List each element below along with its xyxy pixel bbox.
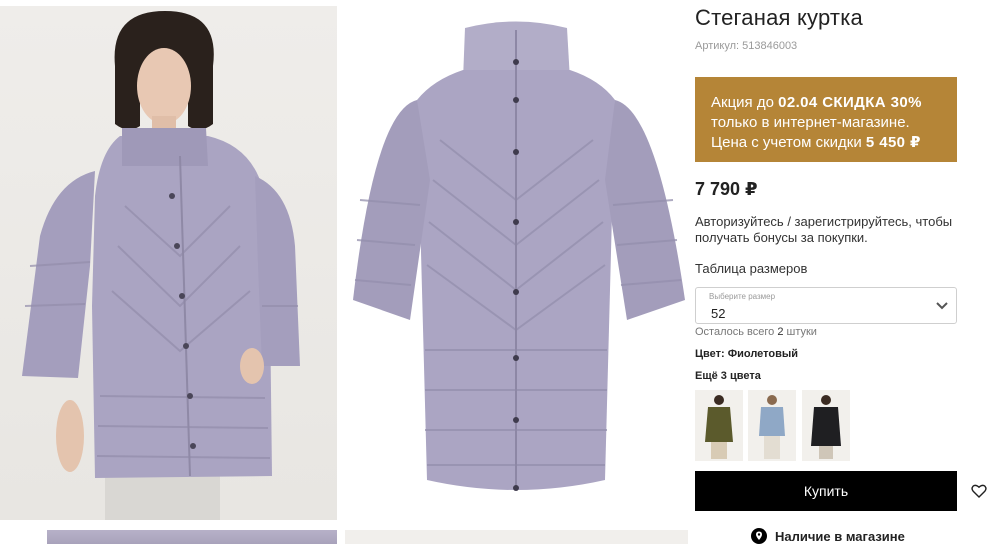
color-label: Цвет: Фиолетовый <box>695 348 799 360</box>
variant-thumbnail <box>802 390 850 461</box>
store-availability-link[interactable]: Наличие в магазине <box>751 528 905 544</box>
heart-icon[interactable] <box>971 483 987 499</box>
jacket-illustration <box>353 21 685 491</box>
promo-banner: Акция до 02.04 СКИДКА 30% только в интер… <box>695 77 957 162</box>
product-photo-model[interactable] <box>0 6 337 520</box>
variant-thumbnail <box>695 390 743 461</box>
size-select-label: Выберите размер <box>709 292 776 301</box>
chevron-down-icon <box>936 302 948 310</box>
color-variant-black[interactable] <box>802 390 850 461</box>
product-price: 7 790 ₽ <box>695 179 758 199</box>
bonus-login-link[interactable]: Авторизуйтесь / зарегистрируйтесь, чтобы… <box>695 214 955 246</box>
product-article: Артикул: 513846003 <box>695 40 798 52</box>
size-table-link[interactable]: Таблица размеров <box>695 261 807 276</box>
variant-thumbnail <box>748 390 796 461</box>
gallery-thumbnail[interactable] <box>47 530 337 544</box>
promo-line-1: Акция до 02.04 СКИДКА 30% <box>711 94 922 111</box>
color-variant-light-blue[interactable] <box>748 390 796 461</box>
promo-line-3: Цена с учетом скидки 5 450 ₽ <box>711 134 921 151</box>
promo-line-2: только в интернет-магазине. <box>711 114 910 131</box>
size-select[interactable]: Выберите размер 52 <box>695 287 957 324</box>
model-illustration <box>22 11 300 520</box>
gallery-thumbnail[interactable] <box>345 530 688 544</box>
buy-button[interactable]: Купить <box>695 471 957 511</box>
stock-info: Осталось всего 2 штуки <box>695 326 817 338</box>
size-select-value: 52 <box>711 306 726 321</box>
more-colors-label: Ещё 3 цвета <box>695 370 761 382</box>
product-photo-flat[interactable] <box>345 0 688 520</box>
product-title: Стеганая куртка <box>695 5 863 30</box>
location-pin-icon <box>751 528 767 544</box>
color-variant-olive[interactable] <box>695 390 743 461</box>
availability-label: Наличие в магазине <box>775 528 905 544</box>
product-info-panel: Стеганая куртка Артикул: 513846003 Акция… <box>695 0 1000 544</box>
